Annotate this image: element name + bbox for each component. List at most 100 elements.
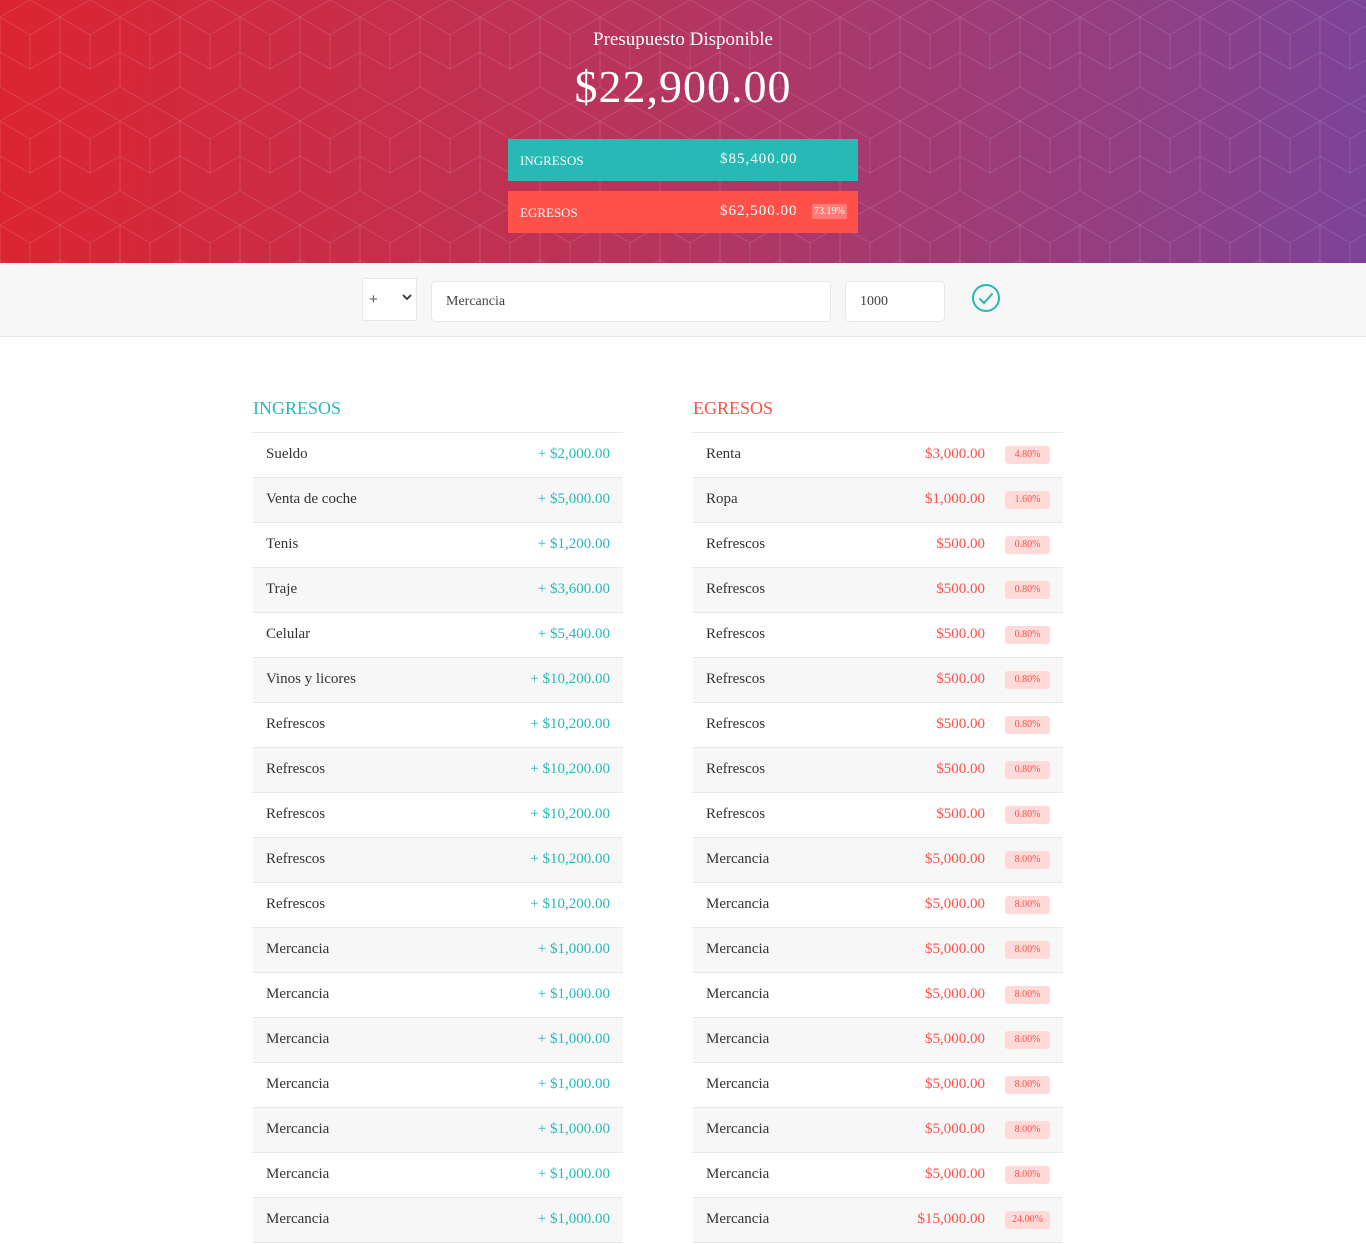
expense-item-percentage: 8.00%	[1005, 941, 1050, 959]
expense-item-percentage: 0.80%	[1005, 761, 1050, 779]
expense-item[interactable]: Mercancia $5,000.00 8.00%	[693, 883, 1063, 928]
expense-item-amount: $5,000.00	[925, 941, 985, 957]
expense-item[interactable]: Mercancia $5,000.00 8.00%	[693, 928, 1063, 973]
expense-item-description: Mercancia	[706, 1166, 770, 1182]
add-entry-button[interactable]	[970, 282, 1002, 314]
expense-item-amount: $5,000.00	[925, 851, 985, 867]
income-column: INGRESOS Sueldo + $2,000.00 Venta de coche…	[253, 394, 623, 1243]
expense-item[interactable]: Refrescos $500.00 0.80%	[693, 523, 1063, 568]
expense-item[interactable]: Refrescos $500.00 0.80%	[693, 658, 1063, 703]
income-item-description: Refrescos	[266, 761, 326, 777]
income-item-description: Celular	[266, 626, 311, 642]
expense-item-description: Refrescos	[706, 671, 766, 687]
income-item[interactable]: Mercancia + $1,000.00	[253, 928, 623, 973]
income-item[interactable]: Refrescos + $10,200.00	[253, 883, 623, 928]
income-item-description: Mercancia	[266, 1076, 330, 1092]
expense-item[interactable]: Refrescos $500.00 0.80%	[693, 793, 1063, 838]
income-item-description: Tenis	[266, 536, 299, 552]
income-item[interactable]: Vinos y licores + $10,200.00	[253, 658, 623, 703]
income-item-description: Mercancia	[266, 941, 330, 957]
expense-summary-percentage: 73.19%	[812, 204, 847, 219]
income-item-description: Vinos y licores	[266, 671, 356, 687]
income-list: Sueldo + $2,000.00 Venta de coche + $5,000.…	[253, 433, 623, 1243]
expense-item-percentage: 24.00%	[1005, 1211, 1050, 1229]
income-item-amount: + $10,200.00	[530, 896, 610, 912]
check-circle-icon	[972, 284, 1000, 312]
expense-item-amount: $5,000.00	[925, 1076, 985, 1092]
income-item[interactable]: Mercancia + $1,000.00	[253, 1153, 623, 1198]
expense-item-description: Refrescos	[706, 806, 766, 822]
expense-item[interactable]: Mercancia $5,000.00 8.00%	[693, 1018, 1063, 1063]
expense-item-percentage: 0.80%	[1005, 806, 1050, 824]
income-item-amount: + $1,000.00	[537, 1121, 610, 1137]
income-item-amount: + $5,400.00	[537, 626, 610, 642]
expense-item-amount: $500.00	[936, 581, 985, 597]
expense-item-amount: $5,000.00	[925, 1031, 985, 1047]
income-item-description: Refrescos	[266, 896, 326, 912]
expense-item-percentage: 8.00%	[1005, 986, 1050, 1004]
income-item[interactable]: Refrescos + $10,200.00	[253, 793, 623, 838]
income-item-description: Traje	[266, 581, 298, 597]
income-item[interactable]: Traje + $3,600.00	[253, 568, 623, 613]
income-item[interactable]: Refrescos + $10,200.00	[253, 703, 623, 748]
income-item[interactable]: Venta de coche + $5,000.00	[253, 478, 623, 523]
expense-item[interactable]: Ropa $1,000.00 1.60%	[693, 478, 1063, 523]
expense-item-amount: $500.00	[936, 761, 985, 777]
income-item[interactable]: Celular + $5,400.00	[253, 613, 623, 658]
description-input[interactable]	[431, 281, 831, 322]
expense-item[interactable]: Refrescos $500.00 0.80%	[693, 568, 1063, 613]
income-item[interactable]: Refrescos + $10,200.00	[253, 748, 623, 793]
income-item-description: Venta de coche	[266, 491, 357, 507]
expense-item-description: Refrescos	[706, 761, 766, 777]
expense-item-description: Mercancia	[706, 941, 770, 957]
income-item-amount: + $1,000.00	[537, 1076, 610, 1092]
expense-item-amount: $500.00	[936, 671, 985, 687]
expense-item-description: Mercancia	[706, 851, 770, 867]
income-item-amount: + $10,200.00	[530, 716, 610, 732]
expense-item[interactable]: Mercancia $5,000.00 8.00%	[693, 973, 1063, 1018]
expense-item-description: Mercancia	[706, 896, 770, 912]
income-item[interactable]: Refrescos + $10,200.00	[253, 838, 623, 883]
income-item-amount: + $1,000.00	[537, 1031, 610, 1047]
expense-item-amount: $1,000.00	[925, 491, 985, 507]
expense-item[interactable]: Renta $3,000.00 4.80%	[693, 433, 1063, 478]
expense-item-description: Refrescos	[706, 581, 766, 597]
income-item[interactable]: Tenis + $1,200.00	[253, 523, 623, 568]
expense-summary: EGRESOS $62,500.00 73.19%	[508, 191, 858, 233]
expense-item-percentage: 0.80%	[1005, 536, 1050, 554]
income-item-amount: + $1,200.00	[537, 536, 610, 552]
expense-item-amount: $500.00	[936, 806, 985, 822]
expense-item-description: Mercancia	[706, 1211, 770, 1227]
income-item-description: Mercancia	[266, 1166, 330, 1182]
expense-item[interactable]: Refrescos $500.00 0.80%	[693, 613, 1063, 658]
income-item-description: Mercancia	[266, 1211, 330, 1227]
type-select-value: +	[369, 291, 378, 308]
expense-item[interactable]: Mercancia $5,000.00 8.00%	[693, 1108, 1063, 1153]
type-select[interactable]: +	[362, 278, 417, 321]
expense-item[interactable]: Mercancia $5,000.00 8.00%	[693, 1153, 1063, 1198]
income-item[interactable]: Sueldo + $2,000.00	[253, 433, 623, 478]
expense-item[interactable]: Mercancia $5,000.00 8.00%	[693, 1063, 1063, 1108]
value-input[interactable]	[845, 281, 945, 322]
expense-item[interactable]: Mercancia $5,000.00 8.00%	[693, 838, 1063, 883]
expense-summary-value: $62,500.00	[720, 203, 798, 219]
income-item[interactable]: Mercancia + $1,000.00	[253, 1018, 623, 1063]
income-item[interactable]: Mercancia + $1,000.00	[253, 1198, 623, 1243]
income-item[interactable]: Mercancia + $1,000.00	[253, 973, 623, 1018]
add-entry-bar: +	[0, 263, 1366, 337]
income-item[interactable]: Mercancia + $1,000.00	[253, 1063, 623, 1108]
expense-item[interactable]: Refrescos $500.00 0.80%	[693, 703, 1063, 748]
expense-item-amount: $15,000.00	[917, 1211, 986, 1227]
income-item-description: Refrescos	[266, 806, 326, 822]
expense-list: Renta $3,000.00 4.80% Ropa $1,000.00 1.60% Ref…	[693, 433, 1063, 1243]
expense-item-description: Ropa	[706, 491, 738, 507]
expense-item[interactable]: Mercancia $15,000.00 24.00%	[693, 1198, 1063, 1243]
income-item-description: Mercancia	[266, 1121, 330, 1137]
expense-column: EGRESOS Renta $3,000.00 4.80% Ropa $1,000.00…	[693, 394, 1063, 1243]
expense-item-percentage: 8.00%	[1005, 1121, 1050, 1139]
income-item[interactable]: Mercancia + $1,000.00	[253, 1108, 623, 1153]
expense-item-percentage: 0.80%	[1005, 716, 1050, 734]
expense-item-percentage: 4.80%	[1005, 446, 1050, 464]
expense-item[interactable]: Refrescos $500.00 0.80%	[693, 748, 1063, 793]
expense-item-description: Refrescos	[706, 626, 766, 642]
